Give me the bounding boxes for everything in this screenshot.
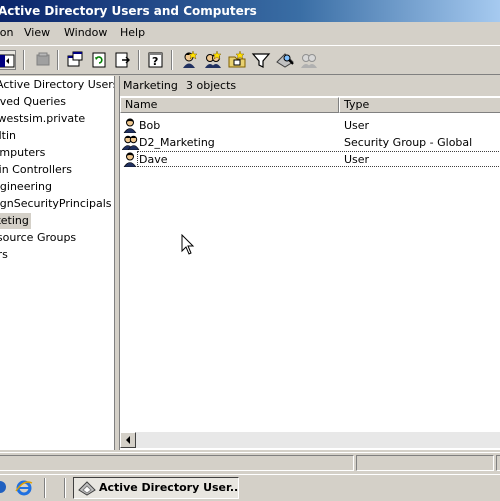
menu-help[interactable]: Help <box>120 26 145 40</box>
properties-button[interactable] <box>65 50 85 70</box>
user-icon <box>122 151 138 170</box>
find-icon <box>276 53 294 68</box>
menu-bar: Action View Window Help <box>0 23 500 43</box>
menu-window[interactable]: Window <box>64 26 107 40</box>
show-hide-tree-button[interactable] <box>0 50 16 70</box>
toolbar-separator <box>57 50 59 70</box>
tree-item-root[interactable]: Active Directory Users and Computers <box>0 77 114 93</box>
focus-rectangle <box>137 151 500 167</box>
refresh-icon <box>92 52 106 68</box>
show-hide-tree-icon <box>0 54 15 68</box>
tree-item-users[interactable]: Users <box>0 247 10 263</box>
status-field-secondary <box>356 455 494 471</box>
active-directory-app-icon <box>78 479 96 498</box>
export-list-button[interactable] <box>113 50 133 70</box>
tree-item-saved-queries[interactable]: Saved Queries <box>0 94 68 110</box>
tree-item-engineering[interactable]: Engineering <box>0 179 54 195</box>
new-ou-button[interactable] <box>227 50 247 70</box>
tree-item-domain[interactable]: 2.westsim.private <box>0 111 87 127</box>
tree-pane[interactable]: Active Directory Users and Computers Sav… <box>0 76 115 450</box>
new-ou-icon <box>228 50 246 68</box>
delete-icon <box>36 52 50 66</box>
tree-item-resource-groups[interactable]: Resource Groups <box>0 230 78 246</box>
toolbar: ? <box>0 45 500 75</box>
taskbar-separator <box>44 478 46 498</box>
object-count: 3 objects <box>186 79 237 92</box>
svg-text:?: ? <box>152 55 158 68</box>
status-bar <box>0 452 500 473</box>
row-name: Dave <box>139 153 168 166</box>
tree-item-domain-controllers[interactable]: Domain Controllers <box>0 162 74 178</box>
new-user-icon <box>183 50 198 68</box>
delete-button[interactable] <box>33 50 53 70</box>
filter-icon <box>251 53 271 68</box>
mouse-pointer-icon <box>181 234 195 255</box>
list-item[interactable]: Bob User <box>120 117 500 134</box>
find-button[interactable] <box>275 50 295 70</box>
filter-button[interactable] <box>251 50 271 70</box>
status-field-end <box>496 455 500 471</box>
details-pane[interactable]: Marketing 3 objects Name Type Bob User D… <box>119 76 500 450</box>
refresh-button[interactable] <box>89 50 109 70</box>
menu-view[interactable]: View <box>24 26 50 40</box>
add-to-group-icon <box>301 54 317 68</box>
help-button[interactable]: ? <box>146 50 166 70</box>
tree-item-builtin[interactable]: Builtin <box>0 128 18 144</box>
help-icon: ? <box>148 52 163 68</box>
scroll-left-button[interactable] <box>120 432 136 448</box>
column-header-name[interactable]: Name <box>120 97 339 113</box>
toolbar-separator <box>171 50 173 70</box>
row-type: User <box>344 153 370 166</box>
properties-icon <box>67 51 83 67</box>
row-type: User <box>344 119 370 132</box>
internet-explorer-icon[interactable] <box>15 479 33 500</box>
taskbar-button-label: Active Directory User... <box>99 481 239 494</box>
row-name: Bob <box>139 119 161 132</box>
title-bar[interactable]: Active Directory Users and Computers <box>0 0 500 22</box>
taskbar: Active Directory User... <box>0 474 500 501</box>
taskbar-separator <box>64 478 66 498</box>
taskbar-button-active-directory[interactable]: Active Directory User... <box>73 477 239 499</box>
list-item[interactable]: Dave User <box>120 151 500 168</box>
details-horizontal-scrollbar[interactable] <box>120 432 500 448</box>
add-to-group-button[interactable] <box>299 50 319 70</box>
chevron-left-icon <box>126 436 130 444</box>
quicklaunch-desktop-icon[interactable] <box>0 479 10 498</box>
row-type: Security Group - Global <box>344 136 473 149</box>
toolbar-separator <box>23 50 25 70</box>
toolbar-separator <box>138 50 140 70</box>
container-name: Marketing <box>123 79 178 92</box>
new-group-button[interactable] <box>203 50 223 70</box>
tree-item-domain-label: westsim.private <box>0 112 86 125</box>
menu-action[interactable]: Action <box>0 26 13 40</box>
new-user-button[interactable] <box>179 50 199 70</box>
tree-item-foreign-security-principals[interactable]: ForeignSecurityPrincipals <box>0 196 114 212</box>
tree-item-marketing[interactable]: Marketing <box>0 213 31 229</box>
window-title: Active Directory Users and Computers <box>0 4 257 18</box>
column-header-type[interactable]: Type <box>339 97 500 113</box>
status-field-main <box>0 455 354 471</box>
tree-item-computers[interactable]: Computers <box>0 145 47 161</box>
export-list-icon <box>115 52 130 68</box>
new-group-icon <box>205 50 222 68</box>
list-item[interactable]: D2_Marketing Security Group - Global <box>120 134 500 151</box>
details-header: Marketing 3 objects <box>120 76 500 96</box>
row-name: D2_Marketing <box>139 136 215 149</box>
